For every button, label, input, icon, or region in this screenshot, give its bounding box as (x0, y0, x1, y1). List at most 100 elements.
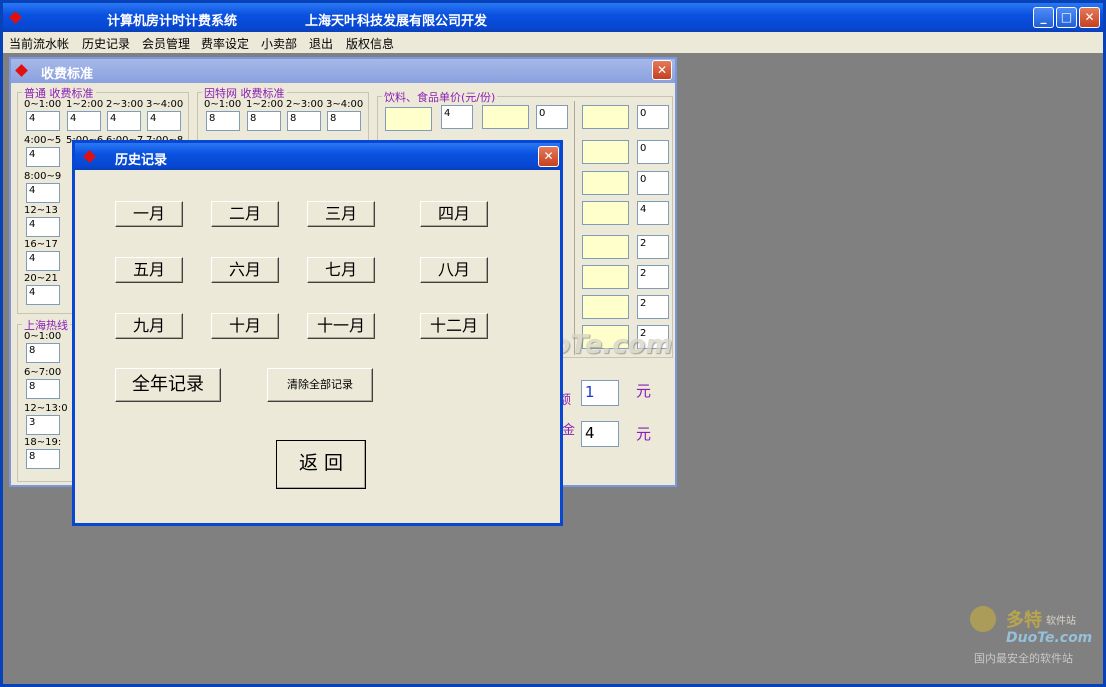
fee-input[interactable]: 4 (26, 285, 60, 305)
time-label: 12~13 (24, 205, 58, 216)
time-label: 2~3:00 (106, 99, 144, 110)
food-price-input[interactable]: 0 (536, 105, 568, 129)
fee-input[interactable]: 8 (26, 379, 60, 399)
time-label: 0~1:00 (204, 99, 242, 110)
time-label: 20~21 (24, 273, 58, 284)
time-label: 8:00~9 (24, 171, 62, 182)
app-developer: 上海天叶科技发展有限公司开发 (305, 14, 488, 29)
history-dialog: 历史记录 ✕ 一月 二月 三月 四月 五月 六月 七月 八月 九月 十月 十一月… (72, 140, 563, 526)
time-label: 6~7:00 (24, 367, 62, 378)
minimize-icon[interactable]: _ (1033, 7, 1054, 28)
menu-current-ledger[interactable]: 当前流水帐 (9, 35, 69, 52)
time-label: 0~1:00 (24, 331, 62, 342)
full-year-button[interactable]: 全年记录 (115, 368, 221, 402)
fee-input[interactable]: 3 (26, 415, 60, 435)
fee-input[interactable]: 4 (26, 217, 60, 237)
time-label: 1~2:00 (66, 99, 104, 110)
fee-diamond-icon (15, 64, 28, 77)
fee-input[interactable]: 4 (107, 111, 141, 131)
fee-input[interactable]: 8 (327, 111, 361, 131)
menu-rates[interactable]: 费率设定 (201, 35, 249, 52)
time-label: 2~3:00 (286, 99, 324, 110)
food-name-input[interactable] (582, 201, 629, 225)
hotline-fee-group: 上海热线 0~1:00 8 6~7:00 8 12~13:0 3 18~19: … (17, 317, 77, 482)
month-button-9[interactable]: 九月 (115, 313, 183, 339)
history-diamond-icon (83, 150, 96, 163)
time-label: 1~2:00 (246, 99, 284, 110)
logo-en: DuoTe.com (1006, 630, 1093, 646)
month-button-4[interactable]: 四月 (420, 201, 488, 227)
menu-shop[interactable]: 小卖部 (261, 35, 297, 52)
fee-input[interactable]: 8 (287, 111, 321, 131)
clear-all-button[interactable]: 清除全部记录 (267, 368, 373, 402)
fee-input[interactable]: 4 (147, 111, 181, 131)
month-button-11[interactable]: 十一月 (307, 313, 375, 339)
fee-input[interactable]: 4 (26, 183, 60, 203)
food-price-input[interactable]: 4 (441, 105, 473, 129)
month-button-10[interactable]: 十月 (211, 313, 279, 339)
food-name-input[interactable] (482, 105, 529, 129)
month-button-1[interactable]: 一月 (115, 201, 183, 227)
duote-logo: 多特 软件站 DuoTe.com 国内最安全的软件站 (966, 604, 1102, 668)
fee-input[interactable]: 8 (206, 111, 240, 131)
month-button-8[interactable]: 八月 (420, 257, 488, 283)
food-price-input[interactable]: 0 (637, 171, 669, 195)
fee-input[interactable]: 8 (26, 449, 60, 469)
main-titlebar[interactable]: 计算机房计时计费系统 上海天叶科技发展有限公司开发 _ □ ✕ (3, 3, 1103, 32)
month-button-6[interactable]: 六月 (211, 257, 279, 283)
menubar: 当前流水帐 历史记录 会员管理 费率设定 小卖部 退出 版权信息 (3, 32, 1103, 53)
field2-input[interactable]: 4 (581, 421, 619, 447)
time-label: 3~4:00 (146, 99, 184, 110)
food-price-input[interactable]: 0 (637, 105, 669, 129)
month-button-5[interactable]: 五月 (115, 257, 183, 283)
fee-window-title: 收费标准 (41, 67, 94, 82)
menu-history[interactable]: 历史记录 (82, 35, 130, 52)
food-name-input[interactable] (582, 105, 629, 129)
fee-input[interactable]: 8 (247, 111, 281, 131)
menu-members[interactable]: 会员管理 (142, 35, 190, 52)
month-button-12[interactable]: 十二月 (420, 313, 488, 339)
history-close-icon[interactable]: ✕ (538, 146, 559, 167)
month-button-3[interactable]: 三月 (307, 201, 375, 227)
fee-close-icon[interactable]: ✕ (652, 60, 672, 80)
menu-copyright[interactable]: 版权信息 (346, 35, 394, 52)
food-price-input[interactable]: 2 (637, 235, 669, 259)
time-label: 16~17 (24, 239, 58, 250)
back-button[interactable]: 返 回 (276, 440, 366, 489)
fee-input[interactable]: 4 (26, 251, 60, 271)
mascot-icon (970, 606, 996, 632)
food-name-input[interactable] (385, 107, 432, 131)
field1-unit: 元 (636, 382, 652, 400)
food-name-input[interactable] (582, 235, 629, 259)
time-label: 4:00~5 (24, 135, 62, 146)
fee-input[interactable]: 4 (26, 111, 60, 131)
logo-sub: 软件站 (1046, 616, 1076, 627)
fee-input[interactable]: 4 (67, 111, 101, 131)
fee-input[interactable]: 4 (26, 147, 60, 167)
time-label: 3~4:00 (326, 99, 364, 110)
field2-unit: 元 (636, 425, 652, 443)
time-label: 0~1:00 (24, 99, 62, 110)
app-diamond-icon (9, 11, 22, 24)
food-price-input[interactable]: 2 (637, 295, 669, 319)
logo-cn: 多特 (1006, 610, 1042, 631)
close-icon[interactable]: ✕ (1079, 7, 1100, 28)
food-price-input[interactable]: 2 (637, 265, 669, 289)
field1-input[interactable]: 1 (581, 380, 619, 406)
food-price-label: 饮料、食品单价(元/份) (382, 89, 498, 105)
food-name-input[interactable] (582, 295, 629, 319)
menu-exit[interactable]: 退出 (309, 35, 333, 52)
food-price-input[interactable]: 4 (637, 201, 669, 225)
fee-window-titlebar[interactable]: 收费标准 ✕ (11, 59, 675, 83)
food-name-input[interactable] (582, 140, 629, 164)
month-button-7[interactable]: 七月 (307, 257, 375, 283)
time-label: 18~19: (24, 437, 62, 448)
fee-input[interactable]: 8 (26, 343, 60, 363)
month-button-2[interactable]: 二月 (211, 201, 279, 227)
maximize-icon[interactable]: □ (1056, 7, 1077, 28)
food-name-input[interactable] (582, 171, 629, 195)
food-name-input[interactable] (582, 265, 629, 289)
app-title: 计算机房计时计费系统 (107, 14, 238, 29)
history-titlebar[interactable]: 历史记录 ✕ (75, 143, 560, 170)
food-price-input[interactable]: 0 (637, 140, 669, 164)
